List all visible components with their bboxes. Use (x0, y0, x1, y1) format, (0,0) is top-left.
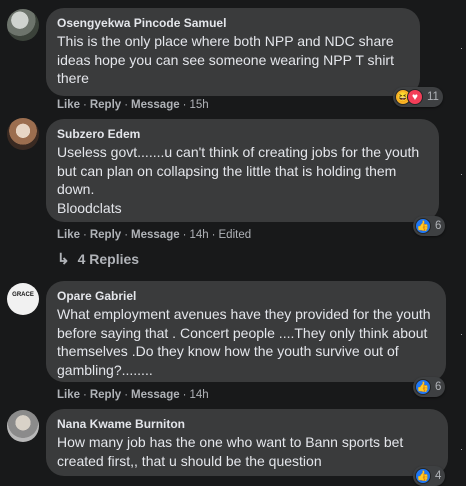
more-options-icon[interactable]: · (460, 445, 464, 454)
message-link[interactable]: Message (131, 99, 180, 111)
reaction-summary[interactable]: 👍 6 (413, 377, 446, 397)
thumbs-up-icon: 👍 (415, 379, 431, 395)
avatar-text: GRACE (12, 292, 34, 298)
comment-author[interactable]: Opare Gabriel (57, 289, 434, 303)
comment-actions: Like · Reply · Message · 15h (57, 99, 209, 111)
avatar[interactable] (7, 410, 39, 442)
avatar[interactable]: GRACE (7, 283, 39, 315)
avatar[interactable] (7, 118, 39, 150)
comment-timestamp[interactable]: 14h (189, 229, 208, 241)
comment-timestamp[interactable]: 15h (189, 99, 208, 111)
comment-bubble: Subzero Edem Useless govt.......u can't … (46, 119, 439, 222)
reaction-summary[interactable]: 👍 6 (413, 216, 446, 236)
reaction-count: 11 (427, 91, 439, 103)
like-link[interactable]: Like (57, 389, 80, 401)
more-options-icon[interactable]: · (460, 330, 464, 339)
reaction-summary[interactable]: 😆 ♥ 11 (393, 87, 443, 107)
comment-text: This is the only place where both NPP an… (57, 33, 394, 86)
reaction-summary[interactable]: 👍 4 (413, 466, 446, 486)
reaction-count: 6 (435, 220, 442, 232)
thumbs-up-icon: 👍 (415, 468, 431, 484)
comment-bubble: Nana Kwame Burniton How many job has the… (46, 409, 448, 476)
heart-icon: ♥ (407, 89, 423, 105)
edited-label[interactable]: Edited (219, 229, 252, 241)
reaction-count: 4 (435, 470, 442, 482)
like-link[interactable]: Like (57, 99, 80, 111)
more-options-icon[interactable]: · (460, 44, 464, 53)
reply-link[interactable]: Reply (90, 389, 121, 401)
more-options-icon[interactable]: · (460, 170, 464, 179)
reply-link[interactable]: Reply (90, 229, 121, 241)
comment-timestamp[interactable]: 14h (189, 389, 208, 401)
reply-arrow-icon: ↳ (57, 251, 70, 268)
reply-link[interactable]: Reply (90, 99, 121, 111)
comment-text: Useless govt.......u can't think of crea… (57, 144, 420, 216)
comment-author[interactable]: Osengyekwa Pincode Samuel (57, 16, 408, 30)
comment-author[interactable]: Subzero Edem (57, 127, 427, 141)
like-link[interactable]: Like (57, 229, 80, 241)
thumbs-up-icon: 👍 (415, 218, 431, 234)
comment-actions: Like · Reply · Message · 14h · Edited (57, 229, 252, 241)
replies-label: 4 Replies (77, 251, 140, 267)
avatar[interactable] (7, 9, 39, 41)
comment-actions: Like · Reply · Message · 14h (57, 389, 209, 401)
comment-author[interactable]: Nana Kwame Burniton (57, 417, 436, 431)
reaction-count: 6 (435, 381, 442, 393)
comment-bubble: Opare Gabriel What employment avenues ha… (46, 281, 446, 382)
message-link[interactable]: Message (131, 389, 180, 401)
comment-text: What employment avenues have they provid… (57, 306, 431, 378)
comment-text: How many job has the one who want to Ban… (57, 434, 404, 469)
message-link[interactable]: Message (131, 229, 180, 241)
view-replies-link[interactable]: ↳ 4 Replies (57, 250, 139, 268)
comment-bubble: Osengyekwa Pincode Samuel This is the on… (46, 8, 420, 96)
